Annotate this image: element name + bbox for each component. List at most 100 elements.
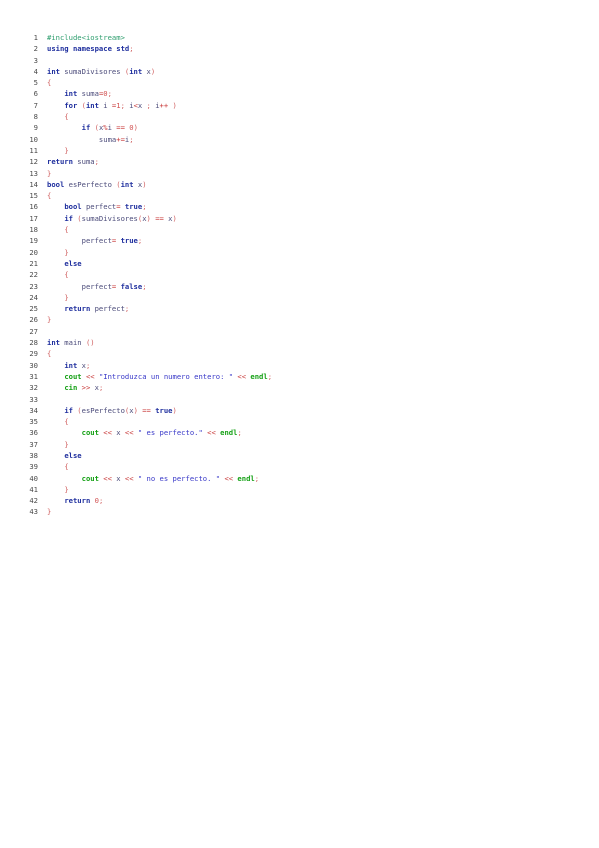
code-token: true: [155, 405, 173, 415]
code-line: 29 {: [26, 348, 272, 359]
code-line: 20 }: [26, 247, 272, 258]
code-text: {: [47, 78, 51, 87]
code-line: 27: [26, 326, 272, 337]
code-text: perfect= false;: [47, 282, 147, 291]
code-text: }: [47, 507, 51, 516]
code-line: 43}: [26, 506, 272, 517]
code-token: ==: [116, 123, 125, 133]
code-line: 26}: [26, 314, 272, 325]
code-text: if (sumaDivisores(x) == x): [47, 214, 177, 223]
code-token: ): [172, 213, 177, 223]
code-line: 11 }: [26, 145, 272, 156]
code-token: else: [64, 450, 82, 460]
code-token: sumaDivisores: [81, 213, 138, 223]
line-number: 18: [29, 225, 38, 235]
code-text: bool perfect= true;: [47, 202, 146, 212]
code-token: >>: [81, 383, 91, 393]
code-token: perfect: [90, 304, 125, 314]
code-token: return: [47, 157, 73, 167]
code-token: x: [90, 383, 99, 393]
code-token: x: [77, 360, 86, 370]
code-line: 39 {: [26, 461, 272, 472]
code-token: cin: [64, 383, 78, 393]
code-token: ;: [107, 89, 112, 99]
code-line: 5{: [26, 77, 272, 88]
code-text: {: [47, 225, 69, 235]
code-line: 41 }: [26, 484, 272, 495]
code-line: 12 return suma;: [26, 156, 272, 167]
code-token: ==: [155, 213, 164, 223]
code-token: cout: [64, 371, 82, 381]
code-text: int x;: [47, 361, 90, 370]
line-number: 8: [33, 112, 38, 122]
code-token: namespace: [72, 44, 112, 54]
code-token: {: [64, 270, 69, 280]
line-number: 27: [29, 326, 38, 336]
code-token: #include<iostream>: [47, 33, 125, 42]
line-number: 14: [29, 179, 38, 189]
code-text: {: [47, 349, 51, 358]
line-number: 1: [33, 33, 38, 42]
line-number: 26: [29, 315, 38, 325]
code-token: }: [64, 292, 69, 302]
code-text: return perfect;: [47, 304, 129, 313]
code-text: cout << x << " es perfecto." << endl;: [47, 428, 242, 437]
code-token: ;: [124, 304, 130, 314]
code-text: cin >> x;: [47, 383, 103, 392]
code-token: esPerfecto: [64, 179, 117, 189]
code-line: 32 cin >> x;: [26, 382, 272, 393]
line-number: 5: [33, 78, 38, 88]
code-token: {: [64, 462, 69, 472]
code-token: {: [64, 417, 69, 427]
code-token: ;: [120, 100, 130, 110]
line-number: 4: [33, 66, 38, 76]
code-token: {: [64, 225, 69, 235]
line-number: 32: [29, 383, 38, 393]
code-token: {: [47, 78, 52, 88]
code-token: i: [98, 100, 112, 110]
code-token: ): [172, 405, 177, 415]
code-token: cout: [81, 428, 99, 438]
code-token: ): [168, 100, 177, 110]
code-token: }: [64, 484, 69, 494]
line-number: 16: [29, 202, 38, 212]
code-text: }: [47, 440, 68, 449]
line-number: 29: [29, 349, 38, 359]
code-text: }: [47, 315, 51, 324]
code-line: 1 #include<iostream>: [26, 32, 272, 43]
code-token: return: [64, 496, 91, 506]
code-line: 2 using namespace std;: [26, 43, 272, 54]
code-line: 16 bool perfect= true;: [26, 201, 272, 212]
line-number: 42: [29, 496, 38, 506]
code-token: true: [120, 236, 138, 246]
code-line: 14 bool esPerfecto (int x): [26, 179, 272, 190]
line-number: 33: [29, 394, 38, 404]
code-token: std: [116, 44, 130, 54]
code-text: #include<iostream>: [47, 33, 125, 42]
code-text: }: [47, 248, 68, 257]
line-number: 23: [29, 281, 38, 291]
code-text: bool esPerfecto (int x): [47, 180, 147, 189]
code-text: int main (): [47, 338, 95, 347]
code-token: <<: [85, 371, 95, 381]
line-number: 43: [29, 507, 38, 517]
code-token: <<: [103, 428, 112, 438]
code-text: using namespace std;: [47, 44, 134, 53]
code-token: int: [47, 338, 60, 348]
code-token: bool: [64, 202, 82, 212]
code-text: for (int i =1; i<x ; i++ ): [47, 101, 177, 110]
code-text: if (x%i == 0): [47, 123, 138, 132]
